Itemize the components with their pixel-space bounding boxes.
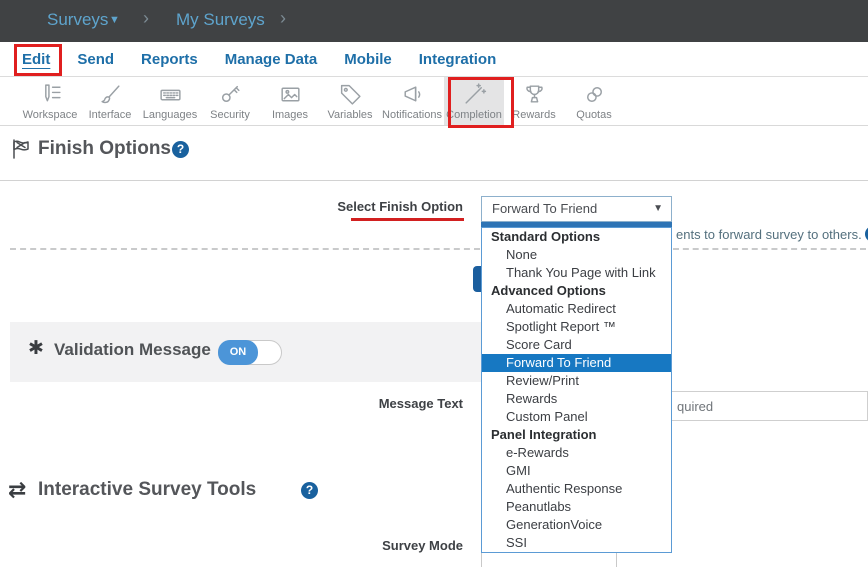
select-finish-option-label: Select Finish Option (200, 199, 463, 214)
message-text-visible-fragment: quired (677, 399, 713, 414)
tab-reports[interactable]: Reports (141, 51, 198, 68)
asterisk-icon: ✱ (28, 337, 44, 360)
toolbar-item-notifications[interactable]: Notifications (380, 77, 444, 125)
finish-option-select-value: Forward To Friend (492, 201, 597, 216)
toolbar-item-languages[interactable]: Languages (140, 77, 200, 125)
brush-icon (98, 80, 123, 108)
validation-message-toggle[interactable]: ON (218, 340, 282, 365)
tab-integration[interactable]: Integration (419, 51, 497, 68)
dropdown-option-forward-to-friend[interactable]: Forward To Friend (482, 354, 671, 372)
toolbar-item-label: Notifications (382, 109, 442, 121)
toolbar-item-label: Workspace (23, 109, 78, 121)
toolbar-item-label: Rewards (512, 109, 555, 121)
survey-editor-page: Surveys ▼ › My Surveys › Edit Send Reports… (0, 0, 868, 567)
dropdown-option-authentic-response[interactable]: Authentic Response (482, 480, 671, 498)
pen-list-icon (38, 80, 63, 108)
interactive-survey-tools-title: Interactive Survey Tools (38, 479, 256, 501)
survey-mode-label: Survey Mode (200, 538, 463, 553)
toolbar-item-workspace[interactable]: Workspace (20, 77, 80, 125)
survey-mode-select[interactable] (481, 551, 617, 567)
tab-mobile[interactable]: Mobile (344, 51, 392, 68)
toolbar-item-images[interactable]: Images (260, 77, 320, 125)
breadcrumb-surveys[interactable]: Surveys (47, 10, 108, 30)
top-header-bar: Surveys ▼ › My Surveys › (0, 0, 868, 42)
tag-icon (338, 80, 363, 108)
toolbar-item-label: Variables (327, 109, 372, 121)
finish-option-dropdown-list: Standard OptionsNoneThank You Page with … (481, 227, 672, 553)
breadcrumb-separator-icon: › (280, 8, 286, 29)
dashed-divider (673, 248, 866, 250)
dropdown-option-rewards[interactable]: Rewards (482, 390, 671, 408)
toolbar-item-label: Interface (89, 109, 132, 121)
chevron-down-icon[interactable]: ▼ (109, 14, 120, 26)
tab-send[interactable]: Send (77, 51, 114, 68)
tab-manage-data[interactable]: Manage Data (225, 51, 318, 68)
forward-helper-text: ents to forward survey to others. ? (676, 226, 866, 242)
dropdown-option-gmi[interactable]: GMI (482, 462, 671, 480)
nav-tab-bar: Edit Send Reports Manage Data Mobile Integrat… (0, 42, 868, 77)
select-finish-option-annotation-underline (351, 218, 464, 221)
icon-toolbar: Workspace Interface Languages Security Image… (0, 77, 868, 126)
dropdown-group-panel-integration: Panel Integration (482, 426, 671, 444)
toggle-on-label: ON (218, 340, 258, 365)
key-icon (218, 80, 243, 108)
toolbar-item-completion[interactable]: Completion (444, 77, 504, 125)
image-icon (278, 80, 303, 108)
dropdown-option-e-rewards[interactable]: e-Rewards (482, 444, 671, 462)
dropdown-group-advanced-options: Advanced Options (482, 282, 671, 300)
toolbar-item-security[interactable]: Security (200, 77, 260, 125)
toolbar-item-rewards[interactable]: Rewards (504, 77, 564, 125)
arrows-swap-icon: ⇄ (8, 477, 26, 503)
trophy-icon (522, 80, 547, 108)
megaphone-icon (400, 80, 425, 108)
toolbar-item-quotas[interactable]: Quotas (564, 77, 624, 125)
toolbar-item-variables[interactable]: Variables (320, 77, 380, 125)
dropdown-option-score-card[interactable]: Score Card (482, 336, 671, 354)
section-divider (0, 180, 868, 181)
message-text-label: Message Text (200, 396, 463, 411)
help-icon[interactable]: ? (301, 482, 318, 499)
dropdown-option-ssi[interactable]: SSI (482, 534, 671, 552)
dropdown-option-none[interactable]: None (482, 246, 671, 264)
dashed-divider (10, 248, 480, 250)
breadcrumb-my-surveys[interactable]: My Surveys (176, 10, 265, 30)
toolbar-item-label: Security (210, 109, 250, 121)
dropdown-option-review-print[interactable]: Review/Print (482, 372, 671, 390)
finish-option-select[interactable]: Forward To Friend ▼ (481, 196, 672, 222)
flag-icon (10, 137, 34, 166)
dropdown-option-spotlight-report[interactable]: Spotlight Report ™ (482, 318, 671, 336)
dropdown-group-standard-options: Standard Options (482, 228, 671, 246)
toolbar-item-interface[interactable]: Interface (80, 77, 140, 125)
dropdown-option-automatic-redirect[interactable]: Automatic Redirect (482, 300, 671, 318)
toolbar-item-label: Languages (143, 109, 197, 121)
toolbar-item-label: Quotas (576, 109, 611, 121)
help-icon[interactable]: ? (172, 141, 189, 158)
keyboard-icon (158, 80, 183, 108)
toolbar-item-label: Images (272, 109, 308, 121)
dropdown-option-custom-panel[interactable]: Custom Panel (482, 408, 671, 426)
tab-edit[interactable]: Edit (22, 51, 50, 68)
dropdown-option-thank-you-page-with-link[interactable]: Thank You Page with Link (482, 264, 671, 282)
dropdown-option-peanutlabs[interactable]: Peanutlabs (482, 498, 671, 516)
select-caret-icon: ▼ (653, 203, 663, 214)
links-icon (582, 80, 607, 108)
wand-icon (462, 80, 487, 108)
dropdown-option-generationvoice[interactable]: GenerationVoice (482, 516, 671, 534)
validation-message-title: Validation Message (54, 340, 211, 360)
select-focus-strip (481, 222, 672, 227)
breadcrumb-separator-icon: › (143, 8, 149, 29)
toolbar-item-label: Completion (446, 109, 502, 121)
finish-options-title: Finish Options (38, 138, 171, 160)
